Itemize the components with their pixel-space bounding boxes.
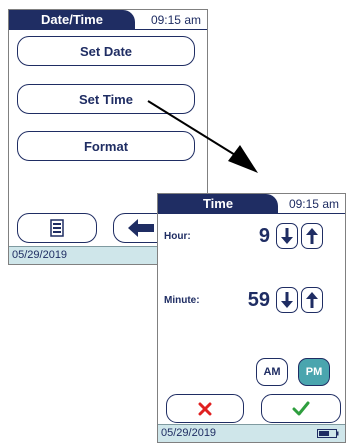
menu-button[interactable] (17, 213, 97, 243)
arrow-up-icon (306, 228, 318, 244)
checkmark-icon (292, 401, 310, 415)
pointer-arrow-head (228, 145, 258, 173)
status-date: 05/29/2019 (161, 427, 217, 439)
arrow-down-icon (281, 228, 293, 244)
back-arrow-icon (128, 219, 154, 237)
set-date-button[interactable]: Set Date (17, 36, 195, 66)
confirm-button[interactable] (261, 394, 341, 423)
hour-down-button[interactable] (276, 223, 298, 249)
x-icon (198, 402, 212, 415)
pm-label: PM (305, 366, 323, 378)
format-label: Format (83, 138, 129, 154)
screen-title: Time (158, 194, 278, 214)
hour-label: Hour: (164, 231, 191, 242)
arrow-down-icon (281, 292, 293, 308)
format-button[interactable]: Format (17, 131, 195, 161)
minute-down-button[interactable] (276, 287, 298, 313)
title-bar: Date/Time 09:15 am (9, 10, 207, 30)
set-time-button[interactable]: Set Time (17, 84, 195, 114)
cancel-button[interactable] (166, 394, 244, 423)
status-date: 05/29/2019 (12, 249, 68, 261)
hour-value: 9 (258, 225, 270, 247)
minute-up-button[interactable] (301, 287, 323, 313)
clock: 09:15 am (288, 197, 339, 211)
battery-icon (317, 429, 339, 438)
list-menu-icon (50, 219, 64, 237)
title-bar: Time 09:15 am (158, 194, 345, 214)
set-time-label: Set Time (79, 91, 133, 107)
am-button[interactable]: AM (256, 358, 288, 386)
hour-up-button[interactable] (301, 223, 323, 249)
am-label: AM (263, 366, 281, 378)
pm-button[interactable]: PM (298, 358, 330, 386)
arrow-up-icon (306, 292, 318, 308)
minute-value: 59 (247, 289, 270, 311)
set-date-label: Set Date (79, 43, 133, 59)
clock: 09:15 am (150, 13, 201, 27)
screen-title: Date/Time (9, 10, 135, 30)
status-bar: 05/29/2019 (158, 424, 345, 442)
minute-label: Minute: (164, 295, 200, 306)
time-screen: Time 09:15 am Hour: 9 Minute: 59 AM PM 0… (157, 193, 346, 443)
